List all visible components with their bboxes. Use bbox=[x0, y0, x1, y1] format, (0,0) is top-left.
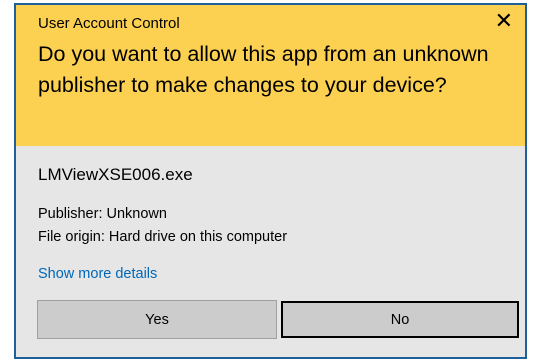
no-button[interactable]: No bbox=[281, 301, 519, 338]
dialog-header: User Account Control ✕ Do you want to al… bbox=[16, 5, 525, 146]
publisher-text: Publisher: Unknown bbox=[38, 206, 167, 222]
yes-button[interactable]: Yes bbox=[37, 300, 277, 339]
uac-dialog: User Account Control ✕ Do you want to al… bbox=[14, 3, 527, 359]
show-more-details-link[interactable]: Show more details bbox=[38, 266, 157, 282]
close-icon[interactable]: ✕ bbox=[495, 9, 513, 33]
app-name: LMViewXSE006.exe bbox=[38, 165, 193, 184]
prompt-question: Do you want to allow this app from an un… bbox=[38, 42, 489, 97]
dialog-title: User Account Control bbox=[38, 15, 180, 32]
file-origin-text: File origin: Hard drive on this computer bbox=[38, 229, 288, 245]
